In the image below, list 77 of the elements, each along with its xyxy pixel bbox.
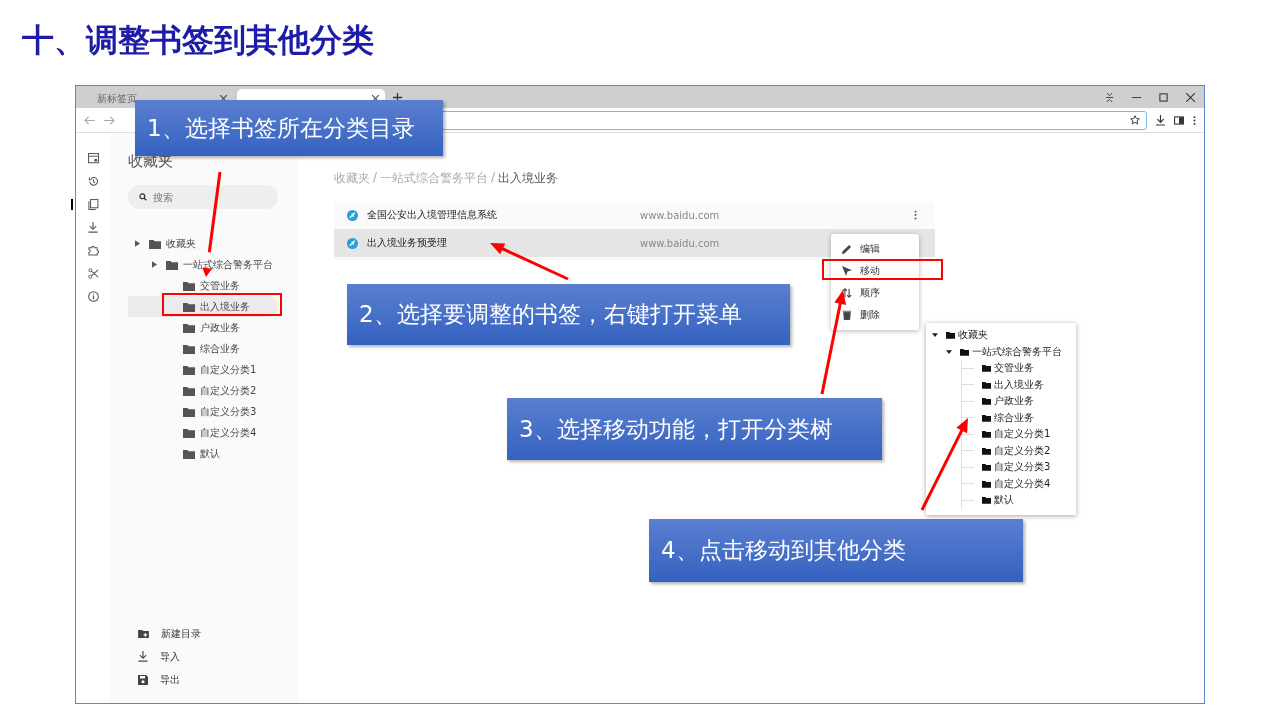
tree-item[interactable]: 交管业务 (982, 361, 1034, 376)
side-panel-icon[interactable] (1174, 115, 1184, 125)
cursor-icon (842, 266, 852, 276)
folder-item[interactable]: 自定义分类1 (128, 359, 278, 380)
folder-item[interactable]: 收藏夹 (128, 233, 278, 254)
folder-icon (183, 448, 195, 459)
caret-icon (932, 333, 938, 338)
history-icon[interactable] (87, 176, 99, 187)
menu-item[interactable]: 删除 (831, 304, 919, 326)
tree-item[interactable]: 默认 (982, 493, 1014, 508)
callout-tooltip: 1、选择书签所在分类目录 (135, 100, 443, 156)
airplane-icon (347, 237, 358, 249)
folder-icon (183, 322, 195, 333)
more-icon[interactable] (914, 210, 917, 220)
folder-icon (166, 259, 178, 270)
caret-icon (135, 240, 140, 247)
search-icon (139, 193, 147, 201)
caret-icon (152, 261, 157, 268)
bookmarks-icon[interactable] (87, 199, 99, 210)
slide-title: 十、调整书签到其他分类 (21, 20, 375, 61)
tree-item[interactable]: 自定义分类2 (982, 443, 1051, 458)
folder-icon (183, 364, 195, 375)
tree-item[interactable]: 自定义分类3 (982, 460, 1051, 475)
star-icon[interactable] (1130, 115, 1140, 125)
sort-icon (842, 288, 852, 298)
sidebar-action[interactable]: 导入 (138, 645, 297, 668)
folder-item[interactable]: 自定义分类2 (128, 380, 278, 401)
search-field[interactable]: 搜索 (128, 185, 278, 209)
airplane-icon (347, 209, 358, 221)
tree-item[interactable]: 综合业务 (982, 410, 1034, 425)
folder-item[interactable]: 默认 (128, 443, 278, 464)
tab-search-icon[interactable] (1105, 92, 1114, 102)
tree-item[interactable]: 收藏夹 (946, 328, 988, 343)
callout-tooltip: 3、选择移动功能，打开分类树 (507, 398, 882, 460)
folder-item[interactable]: 户政业务 (128, 317, 278, 338)
breadcrumb-link[interactable]: 出入境业务 (498, 170, 559, 188)
breadcrumb-separator: / (373, 170, 378, 186)
download-icon[interactable] (1156, 114, 1165, 126)
tree-item[interactable]: 出入境业务 (982, 377, 1044, 392)
folder-item[interactable]: 综合业务 (128, 338, 278, 359)
save-icon (138, 674, 148, 685)
new-folder-icon (138, 629, 149, 638)
puzzle-icon[interactable] (87, 245, 99, 256)
folder-icon (183, 385, 195, 396)
menu-item[interactable]: 编辑 (831, 238, 919, 260)
close-icon[interactable] (1186, 92, 1195, 102)
browser-icon[interactable] (87, 153, 99, 164)
bookmark-row[interactable]: 全国公安出入境管理信息系统 www.baidu.com (334, 201, 935, 229)
folder-icon (149, 238, 161, 249)
trash-icon (842, 310, 852, 320)
callout-tooltip: 2、选择要调整的书签，右键打开菜单 (347, 284, 790, 345)
folder-icon (183, 343, 195, 354)
info-icon[interactable] (87, 291, 99, 302)
folder-icon (183, 427, 195, 438)
folder-item[interactable]: 自定义分类3 (128, 401, 278, 422)
folder-item[interactable]: 交管业务 (128, 275, 278, 296)
tree-item[interactable]: 自定义分类1 (982, 427, 1051, 442)
tree-item[interactable]: 户政业务 (982, 394, 1034, 409)
download-icon (138, 651, 148, 662)
callout-tooltip: 4、点击移动到其他分类 (649, 519, 1023, 582)
pencil-icon (842, 244, 852, 254)
scissors-icon[interactable] (87, 268, 99, 279)
menu-icon[interactable] (1193, 114, 1196, 126)
tree-item[interactable]: 自定义分类4 (982, 476, 1051, 491)
sidebar-action[interactable]: 导出 (138, 668, 297, 691)
folder-item[interactable]: 一站式综合警务平台 (128, 254, 278, 275)
breadcrumb-separator: / (491, 170, 496, 186)
tree-item[interactable]: 一站式综合警务平台 (960, 344, 1062, 359)
maximize-icon[interactable] (1159, 92, 1168, 102)
folder-item[interactable]: 出入境业务 (128, 296, 278, 317)
sidebar-action[interactable]: 新建目录 (138, 622, 297, 645)
folder-icon (183, 280, 195, 291)
folder-icon (183, 406, 195, 417)
menu-item[interactable]: 顺序 (831, 282, 919, 304)
folder-icon (183, 301, 195, 312)
folder-item[interactable]: 自定义分类4 (128, 422, 278, 443)
caret-icon (946, 349, 952, 354)
